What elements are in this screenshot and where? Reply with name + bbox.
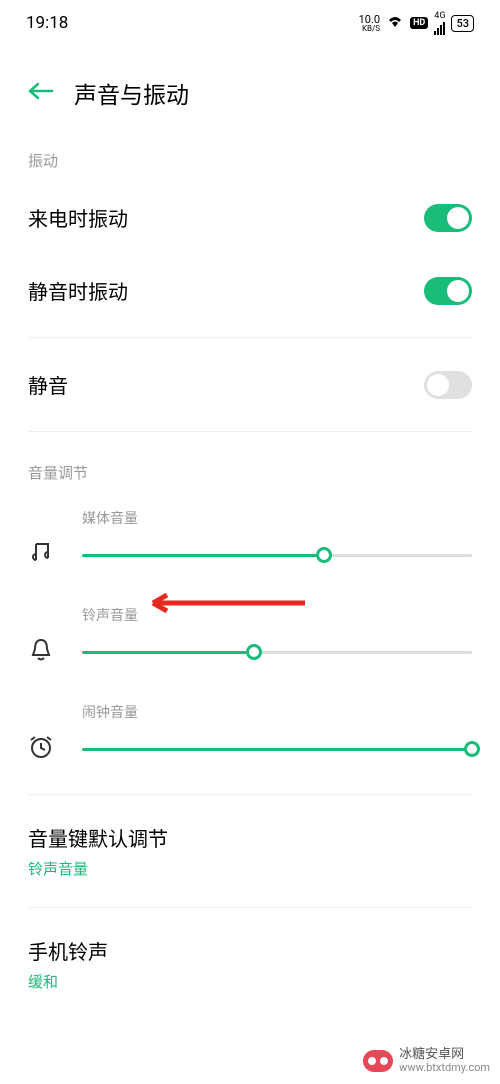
watermark-brand: 冰糖安卓网 bbox=[399, 1048, 490, 1062]
watermark-logo-icon bbox=[363, 1050, 393, 1072]
row-label: 静音时振动 bbox=[28, 276, 128, 305]
battery-indicator: 53 bbox=[451, 15, 474, 32]
divider bbox=[28, 794, 472, 795]
bell-icon bbox=[28, 637, 60, 667]
divider bbox=[28, 337, 472, 338]
hd-badge: HD bbox=[410, 17, 428, 29]
slider-track-alarm[interactable] bbox=[82, 748, 472, 751]
music-note-icon bbox=[28, 540, 60, 570]
row-label: 手机铃声 bbox=[28, 936, 472, 965]
toggle-silent[interactable] bbox=[424, 371, 472, 399]
divider bbox=[28, 431, 472, 432]
wifi-icon bbox=[386, 13, 404, 33]
slider-media: 媒体音量 bbox=[0, 493, 500, 590]
slider-label: 媒体音量 bbox=[82, 508, 472, 528]
network-speed: 10.0 KB/S bbox=[359, 14, 380, 33]
page-header: 声音与振动 bbox=[0, 46, 500, 130]
section-volume: 音量调节 bbox=[0, 442, 500, 493]
row-vibrate-on-ring[interactable]: 来电时振动 bbox=[0, 181, 500, 254]
status-time: 19:18 bbox=[26, 13, 68, 33]
section-vibration: 振动 bbox=[0, 130, 500, 181]
alarm-clock-icon bbox=[28, 734, 60, 764]
slider-alarm: 闹钟音量 bbox=[0, 687, 500, 784]
row-silent[interactable]: 静音 bbox=[0, 348, 500, 421]
status-bar: 19:18 10.0 KB/S HD 4G 53 bbox=[0, 0, 500, 46]
slider-ring: 铃声音量 bbox=[0, 590, 500, 687]
row-label: 音量键默认调节 bbox=[28, 823, 472, 852]
divider bbox=[28, 907, 472, 908]
toggle-vibrate-on-silent[interactable] bbox=[424, 277, 472, 305]
row-value: 铃声音量 bbox=[28, 858, 472, 879]
watermark-url: www.btxtdmy.com bbox=[399, 1062, 490, 1074]
slider-label: 闹钟音量 bbox=[82, 702, 472, 722]
row-label: 静音 bbox=[28, 370, 68, 399]
back-icon[interactable] bbox=[28, 79, 54, 107]
slider-track-media[interactable] bbox=[82, 554, 472, 557]
watermark: 冰糖安卓网 www.btxtdmy.com bbox=[363, 1048, 490, 1074]
status-icons: 10.0 KB/S HD 4G 53 bbox=[359, 12, 474, 35]
row-label: 来电时振动 bbox=[28, 203, 128, 232]
slider-label: 铃声音量 bbox=[82, 605, 472, 625]
toggle-vibrate-on-ring[interactable] bbox=[424, 204, 472, 232]
row-value: 缓和 bbox=[28, 971, 472, 992]
row-vibrate-on-silent[interactable]: 静音时振动 bbox=[0, 254, 500, 327]
row-volume-key-default[interactable]: 音量键默认调节 铃声音量 bbox=[0, 805, 500, 897]
row-phone-ringtone[interactable]: 手机铃声 缓和 bbox=[0, 918, 500, 1010]
page-title: 声音与振动 bbox=[74, 76, 189, 110]
signal-icon: 4G bbox=[434, 12, 445, 35]
slider-track-ring[interactable] bbox=[82, 651, 472, 654]
